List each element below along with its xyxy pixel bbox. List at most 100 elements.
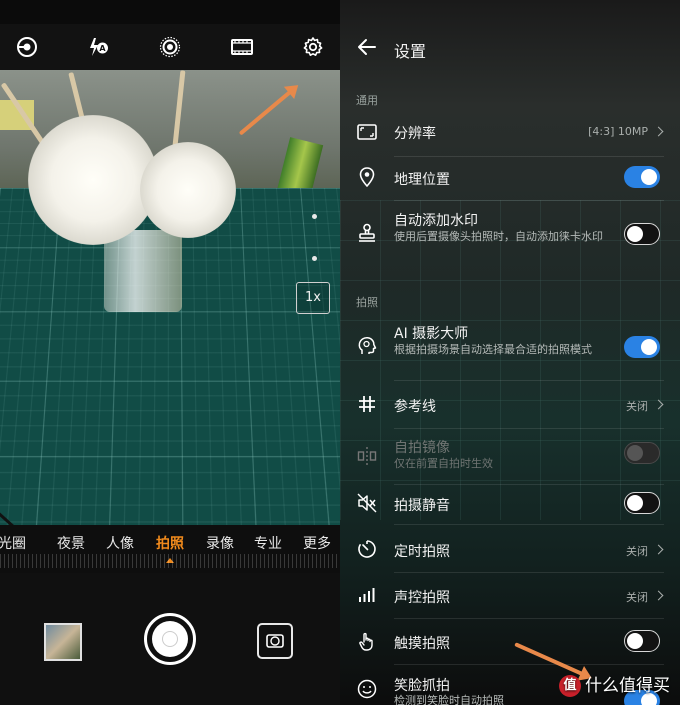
setting-label: 声控拍照 [394,590,450,606]
svg-text:A: A [99,44,106,53]
setting-label: 分辨率 [394,126,436,142]
setting-description: 使用后置摄像头拍照时，自动添加徕卡水印 [394,230,603,243]
camera-top-bar: A [0,24,340,70]
setting-value: 关闭 [626,400,648,413]
divider [394,524,664,525]
setting-description: 仅在前置自拍时生效 [394,457,493,470]
shutter-inner [152,621,188,657]
touch-toggle[interactable] [624,630,660,652]
camera-screen: A 1x 光圈 夜景 人像 拍照 录像 专业 更多 [0,0,340,705]
toggle-knob [627,445,643,461]
ai-master-toggle[interactable] [624,336,660,358]
setting-resolution[interactable]: 分辨率 [4:3] 10MP [340,112,680,150]
white-flower [140,142,236,238]
settings-screen: 设置 通用 分辨率 [4:3] 10MP 地理位置 自动添加水印 使用后置摄像头… [340,0,680,705]
setting-watermark[interactable]: 自动添加水印 使用后置摄像头拍照时，自动添加徕卡水印 [340,204,680,264]
switch-camera-button[interactable] [257,623,293,659]
location-toggle[interactable] [624,166,660,188]
setting-location[interactable]: 地理位置 [340,158,680,196]
camera-bottom-bar [0,573,340,705]
mode-photo[interactable]: 拍照 [156,533,184,553]
viewfinder[interactable] [0,70,340,525]
focus-indicator [312,214,317,219]
grid-hash-icon [359,396,375,412]
divider [394,664,664,665]
setting-label: AI 摄影大师 [394,326,469,342]
mirror-icon [357,447,377,465]
setting-gridlines[interactable]: 参考线 关闭 [340,384,680,424]
glass-jar [104,230,182,312]
film-filter-icon[interactable] [230,36,254,58]
setting-label: 自拍镜像 [394,440,450,456]
flash-auto-icon[interactable]: A [87,36,109,58]
setting-description: 根据拍摄场景自动选择最合适的拍照模式 [394,343,592,356]
mirror-toggle [624,442,660,464]
divider [394,572,664,573]
mute-toggle[interactable] [624,492,660,514]
divider [394,428,664,429]
mode-aperture[interactable]: 光圈 [0,533,26,553]
setting-label: 拍摄静音 [394,498,450,514]
touch-hand-icon [359,632,373,651]
toggle-knob [641,169,657,185]
setting-label: 笑脸抓拍 [394,678,450,694]
chevron-right-icon [653,544,664,555]
chevron-right-icon [653,590,664,601]
smile-face-icon [357,679,377,699]
setting-selfie-mirror: 自拍镜像 仅在前置自拍时生效 [340,432,680,480]
setting-label: 自动添加水印 [394,213,478,229]
back-arrow-icon[interactable] [356,36,378,58]
location-pin-icon [359,167,375,188]
setting-value: 关闭 [626,545,648,558]
voice-bars-icon [359,588,375,602]
watermark-text: 什么值得买 [585,676,670,696]
section-general-label: 通用 [356,94,378,107]
divider [394,618,664,619]
setting-touch[interactable]: 触摸拍照 [340,622,680,660]
mode-pro[interactable]: 专业 [254,533,282,553]
live-photo-icon[interactable] [159,36,181,58]
aspect-ratio-icon [357,124,377,140]
site-watermark: 值什么值得买 [559,671,670,697]
chevron-right-icon [653,126,664,137]
toggle-knob [627,226,643,242]
shutter-button[interactable] [144,613,196,665]
setting-ai-master[interactable]: AI 摄影大师 根据拍摄场景自动选择最合适的拍照模式 [340,318,680,374]
settings-gear-icon[interactable] [302,36,324,58]
watermark-toggle[interactable] [624,223,660,245]
divider [394,380,664,381]
setting-timer[interactable]: 定时拍照 关闭 [340,530,680,568]
mode-night[interactable]: 夜景 [57,533,85,553]
setting-label: 触摸拍照 [394,636,450,652]
setting-mute[interactable]: 拍摄静音 [340,488,680,518]
chevron-right-icon [653,399,664,410]
divider [394,484,664,485]
zoom-button[interactable]: 1x [296,282,330,314]
gallery-thumbnail[interactable] [44,623,82,661]
setting-value: 关闭 [626,591,648,604]
settings-header: 设置 [340,24,680,72]
ai-head-icon [358,337,377,354]
shutter-ring [162,631,178,647]
divider [394,156,664,157]
section-photo-label: 拍照 [356,296,378,309]
mode-more[interactable]: 更多 [303,533,331,553]
hdr-lens-icon[interactable] [16,36,38,58]
speaker-mute-icon [357,493,377,513]
switch-camera-icon [266,634,284,648]
page-title: 设置 [394,42,427,61]
setting-value: [4:3] 10MP [588,125,648,138]
focus-indicator [312,256,317,261]
timer-icon [358,540,376,558]
mode-video[interactable]: 录像 [206,533,234,553]
white-flower [28,115,158,245]
divider [394,200,664,201]
mode-portrait[interactable]: 人像 [106,533,134,553]
mode-scroll-ticks [0,554,340,568]
setting-label: 地理位置 [394,172,450,188]
setting-label: 参考线 [394,399,436,415]
setting-voice[interactable]: 声控拍照 关闭 [340,576,680,614]
toggle-knob [627,495,643,511]
toggle-knob [627,633,643,649]
stamp-icon [359,223,375,242]
